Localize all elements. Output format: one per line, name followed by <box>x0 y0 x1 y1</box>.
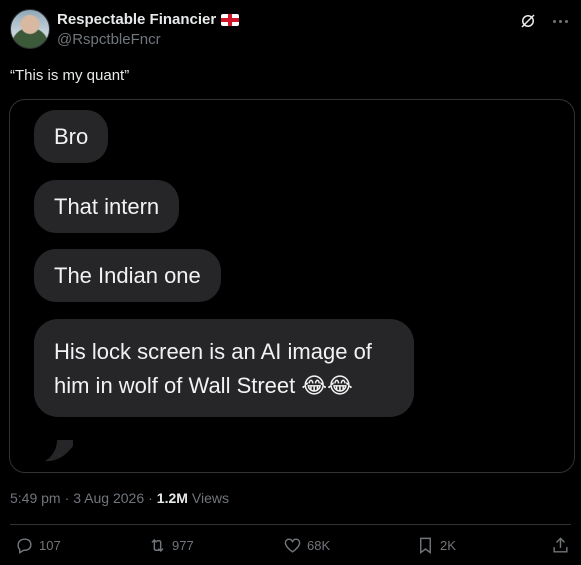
share-button[interactable] <box>551 536 570 555</box>
author-name-row: Respectable Financier <box>57 11 240 28</box>
bookmark-count: 2K <box>440 538 456 553</box>
grok-icon[interactable] <box>519 12 537 30</box>
meta-separator: · <box>64 490 70 506</box>
heart-icon <box>284 538 301 553</box>
divider <box>10 524 571 525</box>
message-bubble: That intern <box>34 180 180 233</box>
bubble-tail <box>45 440 73 462</box>
reply-count: 107 <box>39 538 61 553</box>
like-button[interactable]: 68K <box>283 536 330 555</box>
tweet-time[interactable]: 5:49 pm <box>10 490 61 506</box>
tweet-text: “This is my quant” <box>10 67 130 84</box>
retweet-icon <box>151 538 164 553</box>
england-flag-icon <box>221 13 240 26</box>
message-bubble: Bro <box>34 110 109 163</box>
action-bar: 107 977 68K 2K <box>0 536 581 562</box>
avatar[interactable] <box>10 9 50 49</box>
bookmark-icon <box>420 537 431 555</box>
message-bubble: His lock screen is an AI image of him in… <box>34 319 414 418</box>
retweet-count: 977 <box>172 538 194 553</box>
views-count: 1.2M <box>156 490 188 506</box>
views-label: Views <box>191 490 230 506</box>
tweet-media-image[interactable]: Bro That intern The Indian one His lock … <box>9 99 575 473</box>
like-count: 68K <box>307 538 331 553</box>
tweet-date[interactable]: 3 Aug 2026 <box>73 490 144 506</box>
meta-separator: · <box>148 490 153 506</box>
more-options-icon[interactable] <box>549 12 571 30</box>
retweet-button[interactable]: 977 <box>148 536 194 555</box>
author-display-name[interactable]: Respectable Financier <box>57 11 216 28</box>
author-handle[interactable]: @RspctbleFncr <box>57 31 161 48</box>
reply-icon <box>17 538 32 554</box>
tweet-meta: 5:49 pm · 3 Aug 2026 · 1.2M Views <box>10 490 229 506</box>
message-bubble: The Indian one <box>34 249 221 302</box>
bookmark-button[interactable]: 2K <box>416 536 456 555</box>
share-icon <box>553 537 568 553</box>
tweet-header: Respectable Financier @RspctbleFncr <box>10 9 571 51</box>
reply-button[interactable]: 107 <box>15 536 61 555</box>
